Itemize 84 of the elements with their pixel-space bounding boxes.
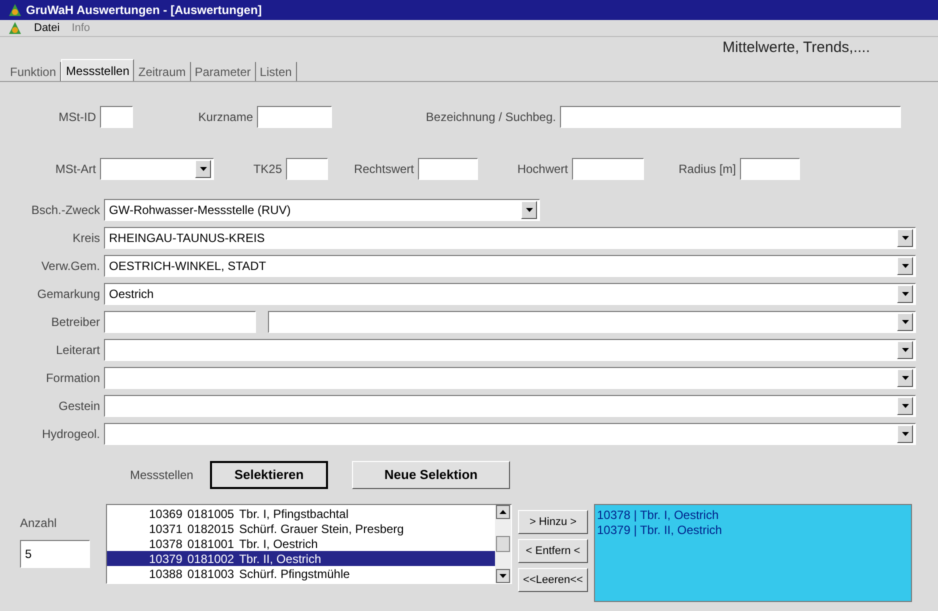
combo-field[interactable] <box>104 395 916 417</box>
caret-down-icon <box>902 292 908 296</box>
list-item[interactable]: 10388 0181003 Schürf. Pfingstmühle <box>107 566 495 581</box>
field-label: Verw.Gem. <box>40 258 101 275</box>
scroll-down-icon <box>496 569 510 583</box>
list-item[interactable]: 10379 0181002 Tbr. II, Oestrich <box>107 551 495 566</box>
field-label: Gestein <box>58 398 101 415</box>
caret-down-icon <box>902 404 908 408</box>
count-field[interactable]: 5 <box>20 540 90 568</box>
combo-field[interactable]: OESTRICH-WINKEL, STADT <box>104 255 916 277</box>
list-item[interactable]: 10378 | Tbr. I, Oestrich <box>597 506 911 521</box>
dropdown-button[interactable] <box>897 369 913 387</box>
dropdown-field[interactable] <box>100 158 214 180</box>
scrollbar[interactable] <box>495 505 511 583</box>
field-label: Hydrogeol. <box>40 426 101 443</box>
transfer-button[interactable]: <<Leeren<< <box>518 568 588 592</box>
caret-down-icon <box>902 432 908 436</box>
caret-down-icon <box>902 264 908 268</box>
count-label: Anzahl <box>20 515 58 532</box>
field-label: TK25 <box>252 161 283 178</box>
dropdown-button[interactable] <box>195 160 211 178</box>
input-field[interactable] <box>560 106 901 128</box>
tab[interactable]: Messstellen <box>61 59 134 81</box>
caret-down-icon <box>902 236 908 240</box>
list-item[interactable]: 10371 0182015 Schürf. Grauer Stein, Presberg <box>107 521 495 536</box>
input-field[interactable] <box>100 106 133 128</box>
input-field[interactable] <box>104 311 256 333</box>
caret-down-icon <box>902 376 908 380</box>
field-label: Bezeichnung / Suchbeg. <box>424 109 557 126</box>
field-label: Kurzname <box>197 109 254 126</box>
menu-item[interactable]: Datei <box>34 20 60 36</box>
combo-field[interactable]: GW-Rohwasser-Messstelle (RUV) <box>104 199 540 221</box>
field-label: Gemarkung <box>36 286 101 303</box>
transfer-button[interactable]: < Entfern < <box>518 539 588 563</box>
dropdown-button[interactable] <box>897 425 913 443</box>
tab[interactable]: Listen <box>256 62 297 81</box>
field-label: Formation <box>44 370 101 387</box>
input-field[interactable] <box>740 158 800 180</box>
field-label: MSt-ID <box>58 109 97 126</box>
dropdown-button[interactable] <box>897 313 913 331</box>
dropdown-button[interactable] <box>897 285 913 303</box>
combo-field[interactable] <box>268 311 916 333</box>
input-field[interactable] <box>572 158 644 180</box>
input-field[interactable] <box>257 106 332 128</box>
header-title: Mittelwerte, Trends,.... <box>722 38 870 58</box>
field-label: Radius [m] <box>678 161 737 178</box>
input-field[interactable] <box>418 158 478 180</box>
field-label: Betreiber <box>50 314 101 331</box>
field-label: MSt-Art <box>54 161 97 178</box>
station-listbox[interactable]: 10369 0181005 Tbr. I, Pfingstbachtal 10371 0182015 Schürf. Grauer Stein, Presberg 10378 0181001 Tbr. I, Oestrich 10379 0181002 Tbr. II, Oestrich 10388 0181003 Schürf. Pfingstmühle <box>106 504 512 584</box>
section-label: Messstellen <box>130 467 194 484</box>
action-button[interactable]: Selektieren <box>210 461 328 489</box>
combo-field[interactable]: RHEINGAU-TAUNUS-KREIS <box>104 227 916 249</box>
input-field[interactable] <box>286 158 328 180</box>
list-item[interactable]: 10369 0181005 Tbr. I, Pfingstbachtal <box>107 506 495 521</box>
dropdown-button[interactable] <box>897 229 913 247</box>
dropdown-button[interactable] <box>897 397 913 415</box>
dropdown-button[interactable] <box>897 341 913 359</box>
app-logo-icon <box>8 3 22 17</box>
list-item[interactable]: 10378 0181001 Tbr. I, Oestrich <box>107 536 495 551</box>
scroll-thumb[interactable] <box>496 536 510 552</box>
transfer-button[interactable]: > Hinzu > <box>518 510 588 534</box>
field-label: Bsch.-Zweck <box>30 202 101 219</box>
field-label: Leiterart <box>54 342 101 359</box>
dropdown-button[interactable] <box>521 201 537 219</box>
caret-down-icon <box>200 167 206 171</box>
tab[interactable]: Zeitraum <box>134 62 191 81</box>
field-label: Hochwert <box>516 161 569 178</box>
caret-down-icon <box>902 348 908 352</box>
window-title: GruWaH Auswertungen - [Auswertungen] <box>26 2 262 19</box>
caret-down-icon <box>526 208 532 212</box>
field-label: Kreis <box>72 230 101 247</box>
tab[interactable]: Parameter <box>190 62 256 81</box>
combo-field[interactable]: Oestrich <box>104 283 916 305</box>
app-logo-icon <box>8 21 22 35</box>
combo-field[interactable] <box>104 339 916 361</box>
field-label: Rechtswert <box>352 161 415 178</box>
dropdown-button[interactable] <box>897 257 913 275</box>
combo-field[interactable] <box>104 423 916 445</box>
combo-field[interactable] <box>104 367 916 389</box>
list-item[interactable]: 10379 | Tbr. II, Oestrich <box>597 521 911 536</box>
scroll-up-icon <box>496 505 510 519</box>
caret-down-icon <box>902 320 908 324</box>
action-button[interactable]: Neue Selektion <box>352 461 510 489</box>
